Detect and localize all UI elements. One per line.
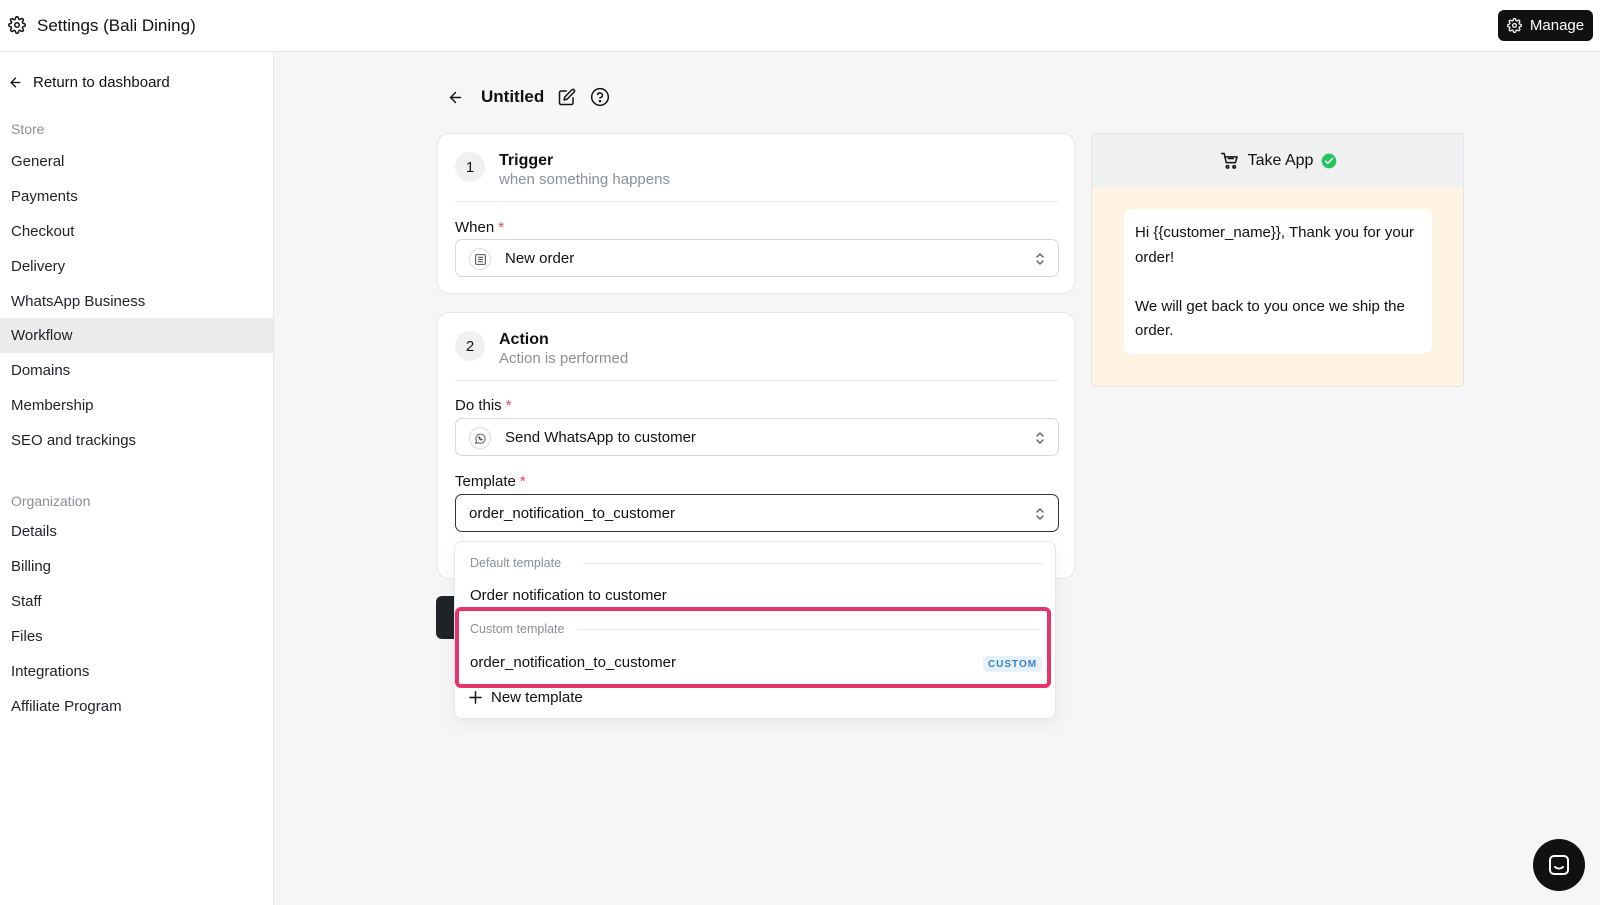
- manage-label: Manage: [1529, 17, 1585, 34]
- sidebar: Return to dashboard Store General Paymen…: [0, 52, 274, 905]
- new-template-button[interactable]: New template: [469, 689, 583, 706]
- sidebar-item-files[interactable]: Files: [0, 619, 273, 654]
- return-to-dashboard-link[interactable]: Return to dashboard: [8, 74, 170, 91]
- edit-icon[interactable]: [558, 88, 576, 106]
- sidebar-item-general[interactable]: General: [0, 144, 273, 179]
- page-title: Settings (Bali Dining): [37, 16, 196, 35]
- action-title: Action: [499, 331, 549, 348]
- template-value: order_notification_to_customer: [469, 505, 675, 522]
- do-this-select[interactable]: Send WhatsApp to customer: [455, 418, 1059, 456]
- trigger-subtitle: when something happens: [499, 171, 670, 188]
- sidebar-item-delivery[interactable]: Delivery: [0, 249, 273, 284]
- required-mark: *: [505, 397, 512, 414]
- sidebar-item-workflow[interactable]: Workflow: [0, 318, 273, 353]
- divider: [455, 201, 1058, 202]
- section-label-organization: Organization: [11, 493, 91, 509]
- sidebar-item-seo-and-trackings[interactable]: SEO and trackings: [0, 423, 273, 458]
- option-order-notification-default[interactable]: Order notification to customer: [470, 587, 667, 604]
- sidebar-item-domains[interactable]: Domains: [0, 353, 273, 388]
- do-this-label-text: Do this: [455, 397, 502, 414]
- sidebar-item-membership[interactable]: Membership: [0, 388, 273, 423]
- action-subtitle: Action is performed: [499, 350, 629, 367]
- arrow-left-icon: [10, 77, 21, 88]
- trigger-card: 1 Trigger when something happens When * N…: [437, 133, 1075, 294]
- preview-header: Take App: [1092, 134, 1463, 187]
- cart-icon: [1220, 152, 1238, 169]
- manage-button[interactable]: Manage: [1498, 10, 1593, 41]
- group-divider: [583, 563, 1043, 564]
- sidebar-item-checkout[interactable]: Checkout: [0, 214, 273, 249]
- do-this-label: Do this *: [455, 397, 512, 414]
- chevron-up-down-icon: [1036, 253, 1044, 265]
- message-line: We will get back to you once we ship the…: [1135, 297, 1405, 340]
- required-mark: *: [498, 219, 505, 236]
- verified-check-icon: [1322, 153, 1337, 168]
- whatsapp-icon: [469, 427, 491, 449]
- chevron-up-down-icon: [1036, 432, 1044, 444]
- sidebar-item-whatsapp-business[interactable]: WhatsApp Business: [0, 284, 273, 319]
- return-label: Return to dashboard: [33, 74, 170, 91]
- template-select[interactable]: order_notification_to_customer: [455, 494, 1059, 532]
- plus-icon: [469, 691, 482, 704]
- chat-icon: [1549, 855, 1569, 875]
- default-template-group-label: Default template: [470, 556, 562, 570]
- step-number: 2: [455, 331, 485, 361]
- action-card: 2 Action Action is performed Do this * Se…: [437, 312, 1075, 579]
- when-label: When *: [455, 219, 504, 236]
- step-number: 1: [455, 152, 485, 182]
- workflow-title: Untitled: [481, 87, 545, 106]
- back-arrow-icon[interactable]: [447, 89, 464, 106]
- new-template-label: New template: [491, 689, 583, 706]
- order-list-icon: [469, 248, 491, 270]
- chevron-up-down-icon: [1036, 508, 1044, 520]
- message-bubble: Hi {{customer_name}}, Thank you for your…: [1124, 209, 1432, 354]
- trigger-title: Trigger: [499, 152, 554, 169]
- gear-icon: [8, 16, 26, 34]
- sidebar-item-integrations[interactable]: Integrations: [0, 654, 273, 689]
- sidebar-item-payments[interactable]: Payments: [0, 179, 273, 214]
- divider: [455, 380, 1058, 381]
- when-select[interactable]: New order: [455, 239, 1059, 277]
- sidebar-item-affiliate-program[interactable]: Affiliate Program: [0, 689, 273, 724]
- do-this-value: Send WhatsApp to customer: [505, 429, 696, 446]
- when-label-text: When: [455, 219, 495, 236]
- sidebar-item-details[interactable]: Details: [0, 514, 273, 549]
- when-value: New order: [505, 250, 575, 267]
- top-bar: Settings (Bali Dining) Manage: [0, 0, 1600, 52]
- required-mark: *: [519, 473, 526, 490]
- message-preview: Take App Hi {{customer_name}}, Thank you…: [1091, 133, 1464, 387]
- highlight-box: [455, 607, 1051, 688]
- sidebar-item-staff[interactable]: Staff: [0, 584, 273, 619]
- template-label-text: Template: [455, 473, 516, 490]
- chat-launcher-button[interactable]: [1533, 839, 1585, 891]
- gear-icon: [1506, 18, 1522, 33]
- template-label: Template *: [455, 473, 526, 490]
- sidebar-item-billing[interactable]: Billing: [0, 549, 273, 584]
- save-button[interactable]: [436, 596, 456, 639]
- section-label-store: Store: [11, 121, 45, 137]
- message-line: Hi {{customer_name}}, Thank you for your…: [1135, 224, 1415, 266]
- preview-app-name: Take App: [1247, 151, 1314, 169]
- help-icon[interactable]: [590, 87, 610, 107]
